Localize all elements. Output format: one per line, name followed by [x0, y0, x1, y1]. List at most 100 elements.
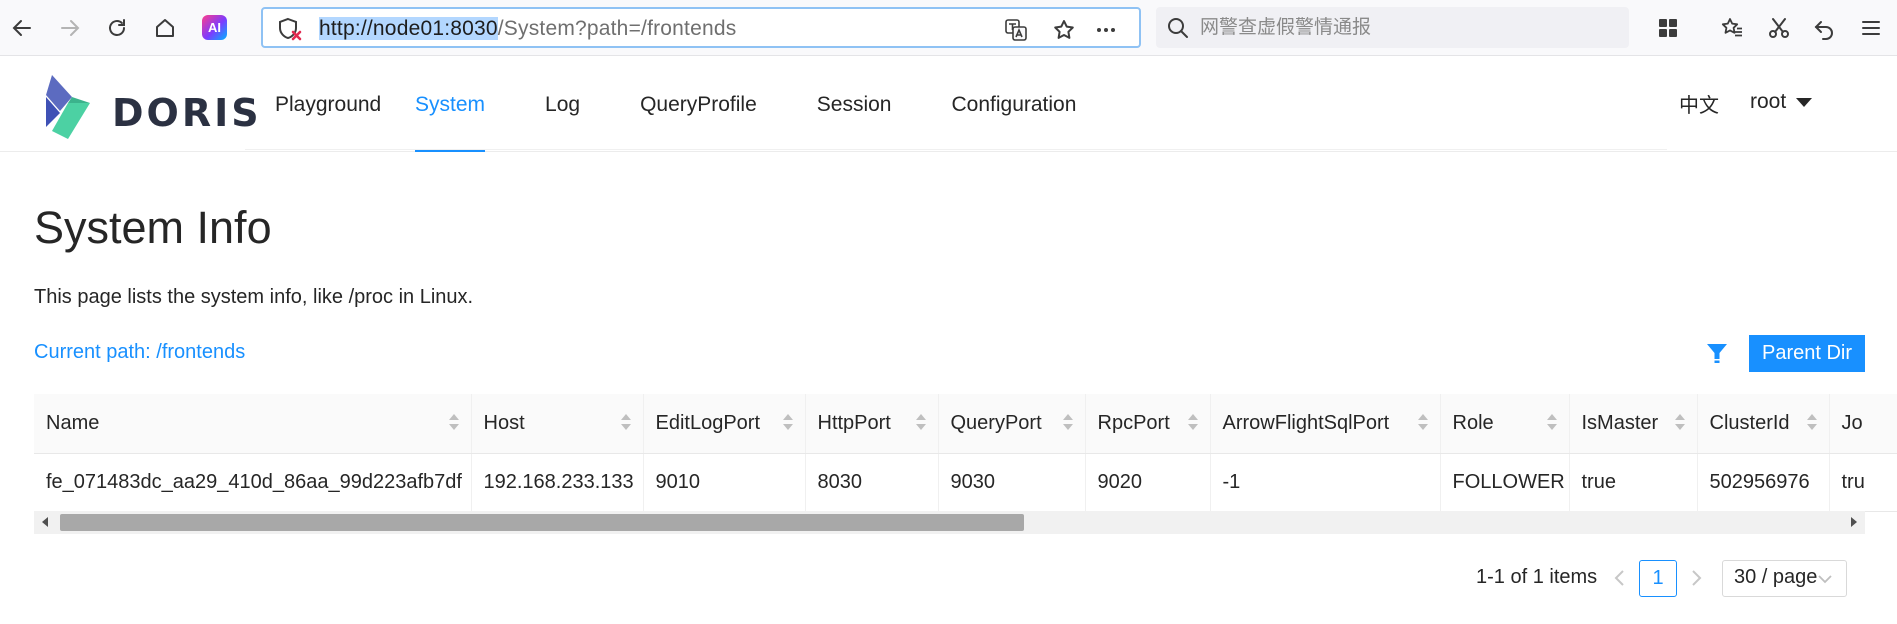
- menu-item-log[interactable]: Log: [545, 57, 580, 152]
- user-menu[interactable]: root: [1750, 90, 1813, 114]
- pagination-total: 1-1 of 1 items: [1476, 566, 1598, 588]
- url-host: http://node01:8030: [319, 17, 498, 40]
- prev-page-icon[interactable]: [1612, 567, 1632, 591]
- page-description: This page lists the system info, like /p…: [34, 286, 474, 308]
- star-icon: [1054, 20, 1074, 39]
- address-bar[interactable]: http://node01:8030/System?path=/frontend…: [261, 7, 1141, 48]
- table-cell: 9010: [643, 453, 806, 512]
- sort-icon[interactable]: [1674, 414, 1685, 432]
- search-input[interactable]: [1200, 13, 1610, 41]
- favorites-icon: [1721, 18, 1742, 37]
- table-cell: fe_071483dc_aa29_410d_86aa_99d223afb7df: [34, 453, 472, 512]
- column-header-label: Role: [1452, 411, 1494, 434]
- extensions-button[interactable]: [1652, 12, 1684, 44]
- page-size-value: 30 / page: [1734, 566, 1818, 588]
- arrow-right-icon: [61, 20, 80, 36]
- parent-dir-button[interactable]: Parent Dir: [1749, 335, 1865, 372]
- column-header-role[interactable]: Role: [1440, 394, 1570, 454]
- page-size-select[interactable]: 30 / page: [1722, 560, 1847, 597]
- current-path: Current path: /frontends: [34, 341, 246, 363]
- table-cell: 502956976: [1697, 453, 1830, 512]
- horizontal-scrollbar[interactable]: [34, 511, 1865, 534]
- menu-item-label: System: [415, 92, 486, 116]
- column-header-join[interactable]: Jo: [1829, 394, 1897, 454]
- column-header-queryport[interactable]: QueryPort: [938, 394, 1086, 454]
- scrollbar-thumb[interactable]: [60, 514, 1024, 531]
- table-cell: true: [1569, 453, 1698, 512]
- sort-icon[interactable]: [1187, 414, 1198, 432]
- home-icon: [156, 19, 174, 37]
- more-actions-button[interactable]: [1093, 17, 1119, 43]
- column-header-clusterid[interactable]: ClusterId: [1697, 394, 1830, 454]
- column-header-label: Host: [483, 411, 525, 434]
- favorites-button[interactable]: [1716, 12, 1748, 44]
- column-header-label: ClusterId: [1709, 411, 1790, 434]
- scroll-left-icon[interactable]: [42, 517, 48, 527]
- menu-button[interactable]: [1855, 12, 1887, 44]
- column-header-label: ArrowFlightSqlPort: [1222, 411, 1390, 434]
- app-header: DORIS Playground System Log QueryProfile…: [0, 57, 1897, 152]
- table-cell: 9020: [1085, 453, 1211, 512]
- undo-icon: [1814, 21, 1833, 40]
- menu-divider: [245, 149, 1667, 150]
- sort-icon[interactable]: [1062, 414, 1073, 432]
- filter-icon[interactable]: [1705, 341, 1729, 365]
- menu-item-playground[interactable]: Playground: [245, 57, 381, 152]
- reload-button[interactable]: [100, 12, 134, 44]
- sort-icon[interactable]: [782, 414, 793, 432]
- table-cell: 9030: [938, 453, 1086, 512]
- table-cell: tru: [1829, 453, 1897, 512]
- forward-button[interactable]: [53, 12, 87, 44]
- home-button[interactable]: [148, 12, 182, 44]
- scissors-icon: [1769, 18, 1789, 38]
- sort-icon[interactable]: [1417, 414, 1428, 432]
- sort-icon[interactable]: [1546, 414, 1557, 432]
- bookmark-star-button[interactable]: [1051, 17, 1077, 43]
- search-box[interactable]: [1156, 7, 1629, 48]
- more-icon: [1097, 28, 1115, 32]
- translate-button[interactable]: [1003, 17, 1029, 43]
- menu-item-label: Playground: [275, 92, 382, 116]
- table-row: fe_071483dc_aa29_410d_86aa_99d223afb7df …: [34, 453, 1897, 512]
- menu-item-label: Configuration: [951, 92, 1077, 116]
- column-header-label: Name: [46, 411, 100, 434]
- ai-label: AI: [208, 20, 221, 35]
- menu-item-queryprofile[interactable]: QueryProfile: [640, 57, 757, 152]
- doris-logo[interactable]: DORIS: [38, 69, 259, 143]
- back-button[interactable]: [5, 12, 39, 44]
- sort-icon[interactable]: [620, 414, 631, 432]
- page-item-current[interactable]: 1: [1639, 560, 1677, 597]
- url-text[interactable]: http://node01:8030/System?path=/frontend…: [319, 17, 736, 41]
- table-header-row: Name Host EditLogPort HttpPort QueryPort…: [34, 394, 1897, 454]
- menu-item-configuration[interactable]: Configuration: [952, 57, 1077, 152]
- menu-item-label: QueryProfile: [640, 92, 757, 116]
- column-header-arrowflightsqlport[interactable]: ArrowFlightSqlPort: [1210, 394, 1441, 454]
- table-cell: -1: [1210, 453, 1441, 512]
- menu-item-session[interactable]: Session: [817, 57, 892, 152]
- sort-icon[interactable]: [448, 414, 459, 432]
- sort-icon[interactable]: [915, 414, 926, 432]
- browser-toolbar: AI http://node01:8030/System?path=/front…: [0, 0, 1897, 56]
- scroll-right-icon[interactable]: [1851, 517, 1857, 527]
- column-header-name[interactable]: Name: [34, 394, 472, 454]
- language-switch[interactable]: 中文: [1679, 89, 1719, 118]
- ai-assistant-button[interactable]: AI: [202, 15, 227, 40]
- search-icon: [1168, 18, 1188, 38]
- undo-button[interactable]: [1808, 12, 1840, 44]
- column-header-host[interactable]: Host: [471, 394, 644, 454]
- caret-down-icon: [1796, 97, 1813, 107]
- menu-item-system[interactable]: System: [415, 57, 486, 152]
- column-header-label: RpcPort: [1097, 411, 1170, 434]
- column-header-label: IsMaster: [1581, 411, 1659, 434]
- column-header-rpcport[interactable]: RpcPort: [1085, 394, 1211, 454]
- column-header-editlogport[interactable]: EditLogPort: [643, 394, 806, 454]
- sort-icon[interactable]: [1806, 414, 1817, 432]
- column-header-label: QueryPort: [950, 411, 1042, 434]
- table-cell: 8030: [805, 453, 939, 512]
- hamburger-icon: [1862, 21, 1880, 35]
- next-page-icon[interactable]: [1690, 567, 1710, 591]
- screenshot-button[interactable]: [1763, 12, 1795, 44]
- column-header-httpport[interactable]: HttpPort: [805, 394, 939, 454]
- column-header-ismaster[interactable]: IsMaster: [1569, 394, 1698, 454]
- menu-item-label: Session: [816, 92, 892, 116]
